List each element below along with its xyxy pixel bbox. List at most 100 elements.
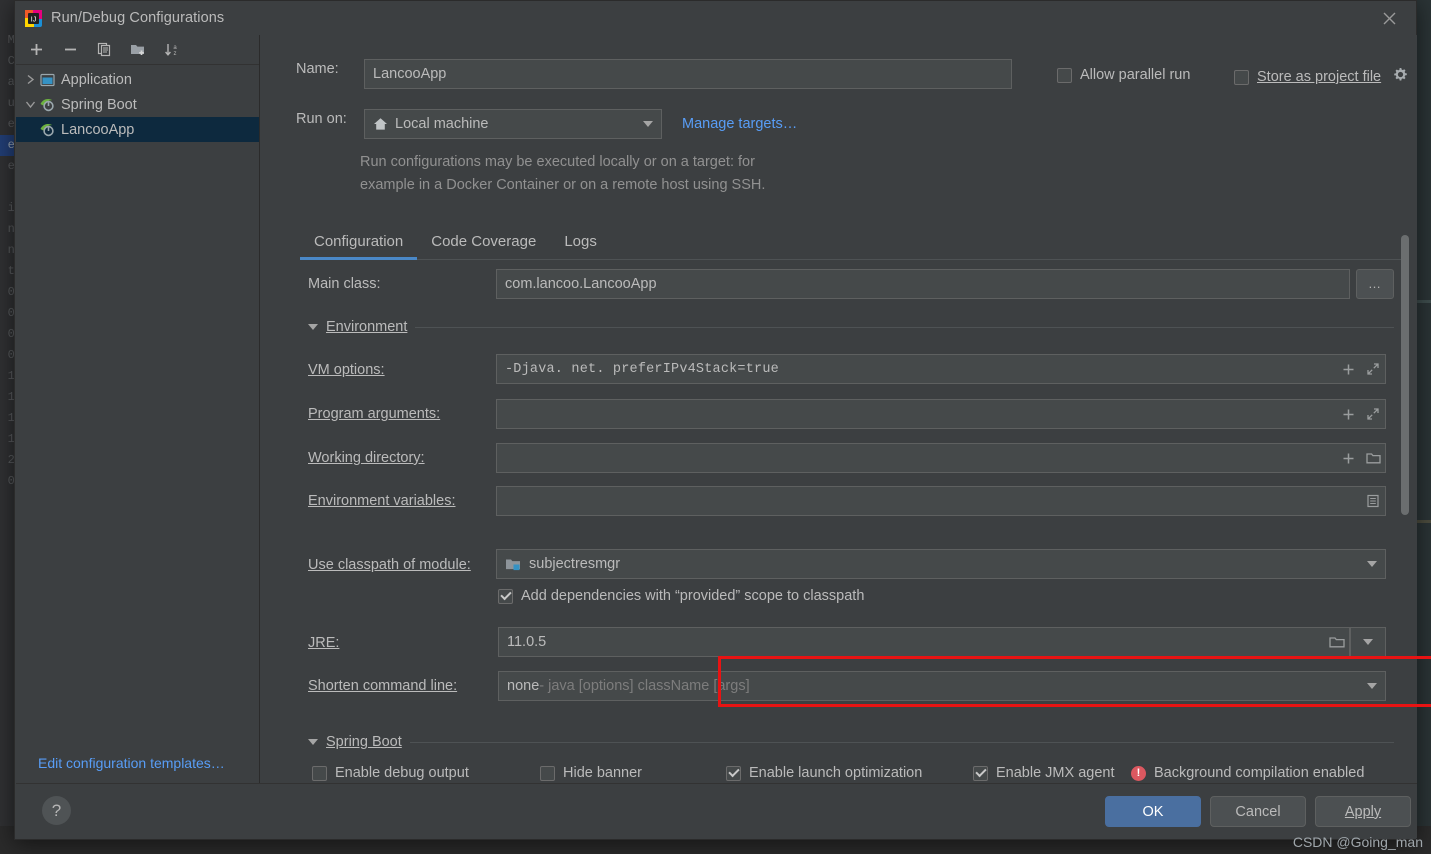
background-compilation-label: Background compilation enabled <box>1154 765 1365 781</box>
chevron-right-icon[interactable] <box>22 72 38 88</box>
edit-configuration-templates-link[interactable]: Edit configuration templates… <box>38 755 225 771</box>
enable-jmx-agent-label: Enable JMX agent <box>996 765 1115 781</box>
shorten-command-line-select[interactable]: none - java [options] className [args] <box>498 671 1386 701</box>
vm-options-label: VM options: <box>308 362 385 378</box>
svg-text:z: z <box>174 51 177 57</box>
checkbox-box[interactable] <box>1234 69 1249 85</box>
plus-icon[interactable] <box>1340 406 1356 422</box>
scrollbar-thumb[interactable] <box>1401 235 1409 515</box>
cancel-button[interactable]: Cancel <box>1210 796 1306 827</box>
vm-options-input[interactable]: -Djava. net. preferIPv4Stack=true <box>496 354 1386 384</box>
error-badge-icon: ! <box>1131 765 1146 781</box>
background-compilation-status: ! Background compilation enabled <box>1131 765 1364 781</box>
checkbox-box[interactable] <box>726 765 741 781</box>
program-arguments-input[interactable] <box>496 399 1386 429</box>
vm-options-value: -Djava. net. preferIPv4Stack=true <box>505 361 779 377</box>
add-dependencies-checkbox[interactable]: Add dependencies with “provided” scope t… <box>498 588 864 604</box>
minus-icon[interactable] <box>58 39 82 61</box>
group-divider <box>409 741 1394 743</box>
hide-banner-checkbox[interactable]: Hide banner <box>540 765 642 781</box>
dialog-titlebar: IJ Run/Debug Configurations <box>15 1 1416 35</box>
tree-toolbar: a z <box>16 35 259 65</box>
use-classpath-value: subjectresmgr <box>529 556 621 572</box>
use-classpath-label: Use classpath of module: <box>308 557 471 573</box>
spring-boot-group-label: Spring Boot <box>326 734 402 750</box>
chevron-down-icon[interactable] <box>308 739 318 745</box>
name-input[interactable]: LancooApp <box>364 59 1012 89</box>
jre-actions <box>1329 634 1345 650</box>
configurations-tree-panel: a z Application Spring Boot LancooApp Ed… <box>16 35 260 787</box>
run-on-row: Run on: <box>296 111 347 127</box>
watermark: CSDN @Going_man <box>1292 834 1423 850</box>
folder-icon[interactable] <box>1329 634 1345 650</box>
allow-parallel-run-checkbox[interactable]: Allow parallel run <box>1057 67 1190 83</box>
checkbox-box[interactable] <box>498 588 513 604</box>
help-button[interactable]: ? <box>42 796 71 825</box>
checkbox-box[interactable] <box>540 765 555 781</box>
jre-value: 11.0.5 <box>507 634 547 650</box>
tree-item-lancooapp[interactable]: LancooApp <box>16 117 259 142</box>
tab-code-coverage[interactable]: Code Coverage <box>417 233 550 259</box>
main-class-label: Main class: <box>308 276 381 292</box>
spring-boot-icon <box>38 97 56 113</box>
folder-icon[interactable] <box>1365 450 1381 466</box>
jre-label: JRE: <box>308 635 340 651</box>
console-log-line: 0: INFO 35872 [ restartedMain] com.lanco… <box>0 840 1217 854</box>
gear-icon[interactable] <box>1393 67 1408 87</box>
use-classpath-select[interactable]: subjectresmgr <box>496 549 1386 579</box>
chevron-down-icon[interactable] <box>308 324 318 330</box>
checkbox-box[interactable] <box>973 765 988 781</box>
jre-input[interactable]: 11.0.5 <box>498 627 1350 657</box>
chevron-down-icon[interactable] <box>1367 561 1377 567</box>
intellij-idea-icon: IJ <box>25 9 42 27</box>
run-on-hint-line2: example in a Docker Container or on a re… <box>360 177 766 193</box>
checkbox-box[interactable] <box>1057 67 1072 83</box>
main-class-input[interactable]: com.lancoo.LancooApp <box>496 269 1350 299</box>
main-class-value: com.lancoo.LancooApp <box>505 276 657 292</box>
main-class-browse-button[interactable]: … <box>1356 269 1394 299</box>
ok-button[interactable]: OK <box>1105 796 1201 827</box>
run-on-label: Run on: <box>296 111 347 127</box>
tree-item-application[interactable]: Application <box>16 67 259 92</box>
shorten-command-line-label: Shorten command line: <box>308 678 458 694</box>
run-on-select[interactable]: Local machine <box>364 109 662 139</box>
copy-icon[interactable] <box>92 39 116 61</box>
folder-add-icon[interactable] <box>126 39 150 61</box>
plus-icon[interactable] <box>1340 450 1356 466</box>
working-directory-input[interactable] <box>496 443 1386 473</box>
store-as-project-file-checkbox[interactable]: Store as project file <box>1234 67 1408 87</box>
apply-button[interactable]: Apply <box>1315 796 1411 827</box>
application-icon <box>38 72 56 88</box>
tab-configuration[interactable]: Configuration <box>300 233 418 260</box>
manage-targets-link[interactable]: Manage targets… <box>682 116 797 132</box>
home-icon <box>373 117 388 131</box>
list-icon[interactable] <box>1365 493 1381 509</box>
expand-icon[interactable] <box>1365 361 1381 377</box>
enable-launch-optimization-checkbox[interactable]: Enable launch optimization <box>726 765 922 781</box>
vm-options-actions <box>1340 361 1381 377</box>
sort-alphabetical-icon[interactable]: a z <box>160 39 184 61</box>
form-scrollbar[interactable] <box>1399 203 1411 788</box>
module-icon <box>505 557 522 572</box>
checkbox-box[interactable] <box>312 765 327 781</box>
working-directory-actions <box>1340 450 1381 466</box>
chevron-down-icon[interactable] <box>643 121 653 127</box>
allow-parallel-run-label: Allow parallel run <box>1080 67 1191 83</box>
plus-icon[interactable] <box>24 39 48 61</box>
dialog-title: Run/Debug Configurations <box>51 10 225 26</box>
jre-dropdown-button[interactable] <box>1350 627 1386 657</box>
enable-jmx-agent-checkbox[interactable]: Enable JMX agent <box>973 765 1115 781</box>
shorten-command-line-hint: - java [options] className [args] <box>539 678 750 694</box>
environment-variables-input[interactable] <box>496 486 1386 516</box>
dialog-footer: ? OK Cancel Apply <box>16 783 1417 838</box>
tab-logs[interactable]: Logs <box>550 233 611 259</box>
shorten-command-line-value: none <box>507 678 540 694</box>
enable-debug-output-checkbox[interactable]: Enable debug output <box>312 765 469 781</box>
chevron-down-icon[interactable] <box>1367 683 1377 689</box>
tree-item-spring-boot[interactable]: Spring Boot <box>16 92 259 117</box>
close-icon[interactable] <box>1372 7 1406 29</box>
expand-icon[interactable] <box>1365 406 1381 422</box>
chevron-down-icon[interactable] <box>22 97 38 113</box>
plus-icon[interactable] <box>1340 361 1356 377</box>
tree-item-label: Application <box>61 71 132 88</box>
